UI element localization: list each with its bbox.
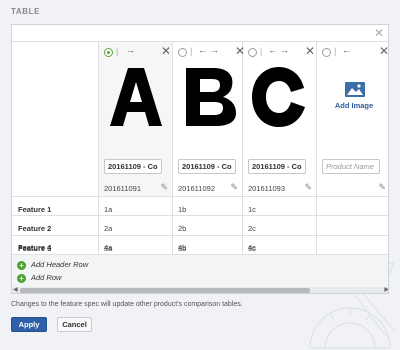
product-sku: 201611093	[248, 184, 285, 193]
panel-toolbar: ✕	[12, 25, 388, 42]
product-image	[104, 64, 168, 130]
horizontal-scrollbar[interactable]: ◀ ▶	[12, 286, 388, 293]
add-row-link[interactable]: + Add Row	[17, 273, 61, 283]
feature-cell[interactable]: 4a	[104, 243, 112, 252]
image-icon	[345, 82, 365, 97]
product-name-input[interactable]	[248, 159, 306, 174]
product-name-input[interactable]	[178, 159, 236, 174]
add-header-row-link[interactable]: + Add Header Row	[17, 260, 88, 270]
feature-cell[interactable]: 1c	[248, 205, 256, 214]
product-name-input[interactable]	[322, 159, 380, 174]
select-radio[interactable]	[178, 48, 187, 57]
feature-cell[interactable]: 1a	[104, 205, 112, 214]
section-title: TABLE	[11, 7, 41, 16]
product-column-3: | ← → ✕ 201611093 ✎	[243, 42, 316, 196]
product-sku: 201611092	[178, 184, 215, 193]
feature-cell[interactable]: 4b	[178, 243, 186, 252]
notice-text: Changes to the feature spec will update …	[11, 301, 243, 308]
add-row-label: Add Row	[31, 273, 62, 282]
product-column-2: | ← → ✕ 201611092 ✎	[173, 42, 245, 196]
feature-label: Feature 4	[18, 243, 52, 252]
remove-product-icon[interactable]: ✕	[161, 44, 171, 58]
remove-product-icon[interactable]: ✕	[379, 44, 388, 58]
close-icon[interactable]: ✕	[374, 26, 384, 40]
move-left-arrow-icon[interactable]: ←	[198, 45, 207, 55]
add-header-row-label: Add Header Row	[31, 260, 89, 269]
move-left-arrow-icon[interactable]: ←	[342, 45, 351, 55]
move-left-arrow-icon[interactable]: ←	[268, 45, 277, 55]
comparison-grid: | → ✕ 201611091 ✎ | ← → ✕ 20	[12, 42, 388, 254]
move-right-arrow-icon[interactable]: →	[126, 45, 135, 55]
select-radio[interactable]	[248, 48, 257, 57]
feature-cell[interactable]: 2a	[104, 224, 112, 233]
remove-product-icon[interactable]: ✕	[305, 44, 315, 58]
move-right-arrow-icon[interactable]: →	[280, 45, 289, 55]
scroll-left-icon[interactable]: ◀	[13, 286, 18, 293]
product-column-1: | → ✕ 201611091 ✎	[99, 42, 172, 196]
feature-label: Feature 1	[18, 205, 52, 214]
product-image	[178, 64, 242, 130]
pencil-icon[interactable]: ✎	[378, 182, 386, 193]
apply-button[interactable]: Apply	[11, 317, 47, 332]
scrollbar-thumb[interactable]	[20, 288, 310, 293]
product-sku: 201611091	[104, 184, 141, 193]
pencil-icon[interactable]: ✎	[230, 182, 238, 193]
feature-label: Feature 2	[18, 224, 52, 233]
select-radio[interactable]	[322, 48, 331, 57]
plus-icon: +	[17, 261, 26, 270]
product-name-input[interactable]	[104, 159, 162, 174]
select-radio[interactable]	[104, 48, 113, 57]
add-rows-area: + Add Header Row + Add Row	[12, 254, 388, 287]
pencil-icon[interactable]: ✎	[304, 182, 312, 193]
comparison-table-panel: ✕ | → ✕ 201611091 ✎	[11, 24, 389, 294]
feature-cell[interactable]: 2b	[178, 224, 186, 233]
pencil-icon[interactable]: ✎	[160, 182, 168, 193]
add-image-button[interactable]: Add Image	[322, 64, 386, 130]
feature-cell[interactable]: 2c	[248, 224, 256, 233]
product-image	[248, 64, 312, 130]
add-image-label: Add Image	[334, 101, 374, 110]
move-right-arrow-icon[interactable]: →	[210, 45, 219, 55]
feature-cell[interactable]: 1b	[178, 205, 186, 214]
cancel-button[interactable]: Cancel	[57, 317, 92, 332]
scroll-right-icon[interactable]: ▶	[384, 286, 388, 293]
plus-icon: +	[17, 274, 26, 283]
product-column-4: | ← ✕ Add Image ✎	[317, 42, 388, 196]
feature-cell[interactable]: 4c	[248, 243, 256, 252]
